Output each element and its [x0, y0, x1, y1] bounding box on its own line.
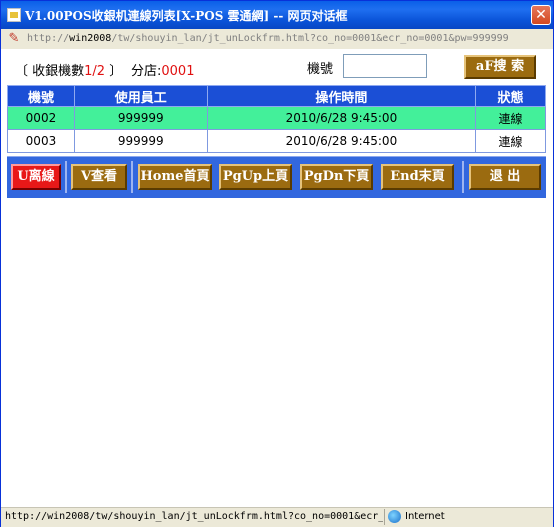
machine-no-label: 機號	[307, 62, 334, 77]
address-bar: ✎ http://win2008/tw/shouyin_lan/jt_unLoc…	[1, 29, 553, 50]
cell-time: 2010/6/28 9:45:00	[206, 129, 477, 153]
close-button[interactable]: ✕	[531, 5, 551, 25]
cell-time: 2010/6/28 9:45:00	[206, 106, 477, 130]
status-url: http://win2008/tw/shouyin_lan/jt_unLockf…	[5, 511, 383, 522]
globe-icon	[388, 510, 401, 523]
home-page-button[interactable]: Home首頁	[138, 164, 212, 190]
toolbar-divider	[65, 161, 67, 193]
dialog-window: V1.00POS收銀机連線列表[X-POS 雲通網] -- 网页对话框 ✕ ✎ …	[0, 0, 554, 527]
col-header-machine[interactable]: 機號	[7, 85, 75, 107]
machine-no-input[interactable]	[343, 54, 427, 78]
page-icon: ✎	[8, 31, 20, 46]
cell-status: 連線	[475, 129, 546, 153]
next-page-button[interactable]: PgDn下頁	[300, 164, 373, 190]
last-page-button[interactable]: End末頁	[381, 164, 454, 190]
col-header-status[interactable]: 狀態	[475, 85, 546, 107]
security-zone: Internet	[405, 511, 445, 522]
address-url: http://win2008/tw/shouyin_lan/jt_unLockf…	[27, 33, 509, 44]
cell-machine: 0003	[7, 129, 75, 153]
toolbar-divider	[462, 161, 464, 193]
connection-table: 機號 使用員工 操作時間 狀態 0002 999999 2010/6/28 9:…	[7, 85, 546, 153]
offline-button[interactable]: U离線	[11, 164, 61, 190]
cell-machine: 0002	[7, 106, 75, 130]
search-button[interactable]: aF搜 索	[464, 55, 536, 79]
cell-employee: 999999	[73, 129, 208, 153]
col-header-employee[interactable]: 使用員工	[73, 85, 208, 107]
action-toolbar: U离線 V查看 Home首頁 PgUp上頁 PgDn下頁 End末頁 退 出	[7, 156, 546, 198]
view-button[interactable]: V查看	[71, 164, 127, 190]
app-icon	[7, 8, 21, 22]
table-row[interactable]: 0002 999999 2010/6/28 9:45:00 連線	[7, 106, 546, 130]
status-bar: http://win2008/tw/shouyin_lan/jt_unLockf…	[1, 507, 553, 527]
col-header-time[interactable]: 操作時間	[206, 85, 477, 107]
machine-count: 〔 收銀機數1/2 〕	[15, 64, 123, 79]
toolbar-divider	[131, 161, 133, 193]
table-row[interactable]: 0003 999999 2010/6/28 9:45:00 連線	[7, 129, 546, 153]
window-title: V1.00POS收銀机連線列表[X-POS 雲通網] -- 网页对话框	[25, 9, 348, 23]
title-bar[interactable]: V1.00POS收銀机連線列表[X-POS 雲通網] -- 网页对话框 ✕	[1, 1, 553, 29]
table-header-row: 機號 使用員工 操作時間 狀態	[7, 85, 546, 107]
exit-button[interactable]: 退 出	[469, 164, 541, 190]
dialog-content: 〔 收銀機數1/2 〕 分店:0001 機號 aF搜 索 機號 使用員工 操作時…	[1, 49, 553, 507]
store-info: 分店:0001	[131, 64, 195, 79]
cell-employee: 999999	[73, 106, 208, 130]
cell-status: 連線	[475, 106, 546, 130]
prev-page-button[interactable]: PgUp上頁	[219, 164, 292, 190]
status-divider	[384, 509, 385, 525]
